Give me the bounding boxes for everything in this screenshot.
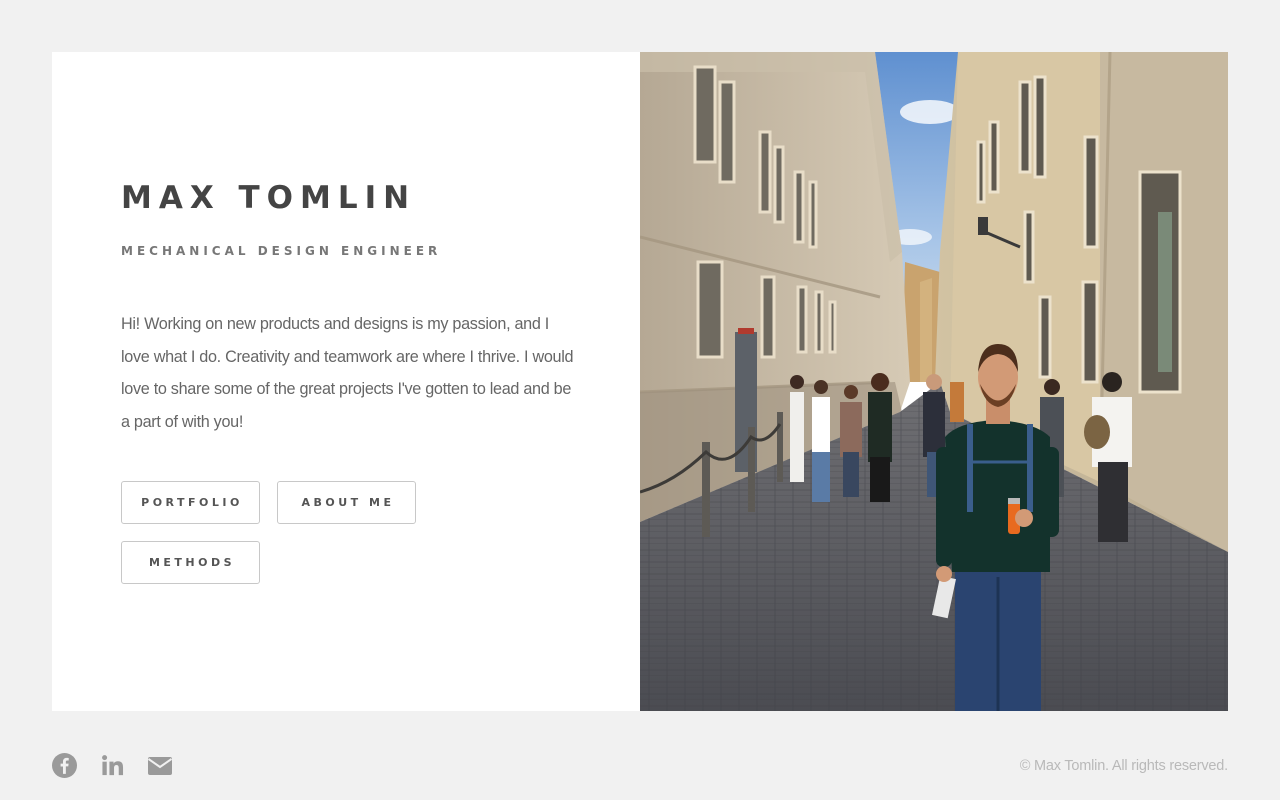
street-photo-illustration <box>640 52 1228 711</box>
linkedin-icon[interactable] <box>101 754 124 782</box>
portfolio-button[interactable]: PORTFOLIO <box>121 481 260 524</box>
social-links <box>52 753 196 783</box>
email-icon[interactable] <box>147 756 173 781</box>
job-title: MECHANICAL DESIGN ENGINEER <box>121 244 442 258</box>
page-title: MAX TOMLIN <box>121 180 417 216</box>
facebook-icon[interactable] <box>52 753 77 783</box>
about-me-button[interactable]: ABOUT ME <box>277 481 416 524</box>
copyright-text: © Max Tomlin. All rights reserved. <box>1019 758 1229 774</box>
methods-button[interactable]: METHODS <box>121 541 260 584</box>
intro-panel: MAX TOMLIN MECHANICAL DESIGN ENGINEER Hi… <box>52 52 640 711</box>
intro-card: MAX TOMLIN MECHANICAL DESIGN ENGINEER Hi… <box>52 52 1228 711</box>
profile-photo <box>640 52 1228 711</box>
bio-text: Hi! Working on new products and designs … <box>121 315 574 431</box>
